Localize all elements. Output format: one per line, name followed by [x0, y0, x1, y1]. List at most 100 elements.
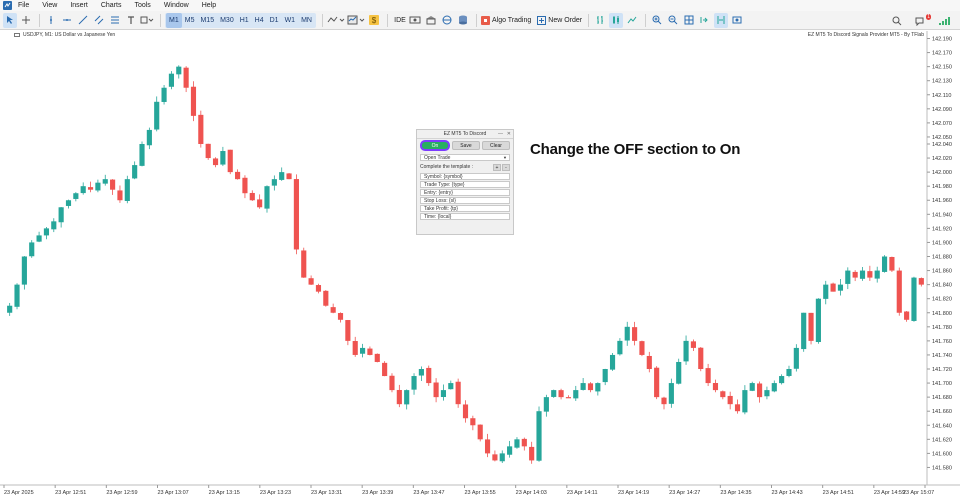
clear-button[interactable]: Clear	[482, 141, 510, 150]
notification-badge: 1	[926, 14, 931, 20]
ide-button[interactable]: IDE	[392, 13, 406, 28]
timeframe-w1[interactable]: W1	[282, 13, 299, 28]
y-axis-label: 142.000	[932, 170, 952, 176]
cursor-tool-icon[interactable]	[3, 12, 17, 28]
shapes-icon[interactable]	[140, 13, 154, 28]
menu-tools[interactable]: Tools	[134, 0, 150, 11]
line-chart-icon[interactable]	[625, 13, 639, 28]
candle-body	[220, 151, 226, 165]
channel-icon[interactable]	[92, 13, 106, 28]
timeframe-mn[interactable]: MN	[298, 13, 315, 28]
candle-body	[896, 270, 902, 313]
algo-trading-button[interactable]: Algo Trading	[480, 13, 531, 28]
vps-icon[interactable]	[440, 13, 454, 28]
menu-insert[interactable]: Insert	[70, 0, 88, 11]
mode-dropdown[interactable]: Open Trade ▼	[420, 154, 510, 161]
menu-file[interactable]: File	[18, 0, 29, 11]
menu-charts[interactable]: Charts	[101, 0, 122, 11]
candle-body	[918, 278, 924, 285]
auto-scroll-icon[interactable]	[698, 13, 712, 28]
vertical-line-icon[interactable]	[44, 13, 58, 28]
horizontal-line-icon[interactable]	[60, 13, 74, 28]
bar-chart-icon[interactable]	[593, 13, 607, 28]
timeframe-m1[interactable]: M1	[166, 12, 182, 28]
candle	[602, 368, 608, 386]
crosshair-icon[interactable]	[19, 13, 33, 28]
panel-minimize-icon[interactable]: —	[498, 130, 503, 139]
notifications-icon[interactable]: 1	[914, 13, 931, 28]
candle-body	[389, 375, 395, 391]
y-axis-label: 142.020	[932, 156, 952, 162]
candle	[249, 190, 255, 201]
dollar-icon[interactable]: $	[367, 13, 381, 28]
candle	[374, 353, 380, 363]
zoom-in-icon[interactable]	[650, 13, 664, 28]
candle	[632, 321, 638, 346]
price-chart[interactable]: 142.190 142.170 142.150 142.130 142.110 142.0…	[0, 31, 960, 498]
timeframe-m30[interactable]: M30	[217, 13, 237, 28]
panel-header[interactable]: EZ MT5 To Discord — ✕	[417, 130, 513, 139]
candle	[323, 290, 329, 307]
template-field-type[interactable]: Trade Type: {type}	[420, 181, 510, 188]
candle-body	[374, 353, 380, 362]
templates-icon[interactable]	[347, 13, 365, 28]
timeframe-m5[interactable]: M5	[182, 13, 198, 28]
candle	[484, 433, 491, 458]
fibonacci-icon[interactable]	[108, 13, 122, 28]
candle-body	[911, 277, 917, 321]
screenshot-icon[interactable]	[730, 13, 744, 28]
timeframe-m15[interactable]: M15	[197, 13, 217, 28]
candle	[837, 279, 844, 296]
grid-icon[interactable]	[682, 13, 696, 28]
candle-body	[308, 278, 314, 285]
on-toggle-button[interactable]: On	[420, 140, 450, 151]
panel-buttons: On Save Clear	[417, 139, 513, 153]
template-field-take-profit[interactable]: Take Profit: {tp}	[420, 205, 510, 212]
text-tool-icon[interactable]	[124, 13, 138, 28]
x-axis-label: 23 Apr 14:51	[823, 490, 854, 496]
template-field-stop-loss[interactable]: Stop Loss: {sl}	[420, 197, 510, 204]
candle	[462, 400, 469, 423]
candle	[411, 373, 417, 395]
market-icon[interactable]	[424, 13, 438, 28]
candle-body	[29, 242, 35, 257]
panel-close-icon[interactable]: ✕	[507, 130, 511, 139]
y-axis-label: 141.840	[932, 283, 952, 289]
candle-body	[845, 270, 851, 284]
add-field-button[interactable]: +	[493, 163, 501, 171]
candle-body	[690, 341, 696, 348]
candlestick-icon[interactable]	[609, 12, 624, 28]
candle	[529, 441, 535, 464]
indicators-icon[interactable]	[327, 13, 345, 28]
signals-icon[interactable]	[408, 13, 422, 28]
menu-view[interactable]: View	[42, 0, 57, 11]
new-order-button[interactable]: New Order	[537, 13, 582, 28]
remove-field-button[interactable]: -	[502, 163, 510, 171]
timeframe-h4[interactable]: H4	[252, 13, 267, 28]
menu-help[interactable]: Help	[202, 0, 216, 11]
template-field-entry[interactable]: Entry: {entry}	[420, 189, 510, 196]
template-field-time[interactable]: Time: {local}	[420, 213, 510, 220]
candle-body	[904, 311, 910, 320]
zoom-out-icon[interactable]	[666, 13, 680, 28]
x-axis-label: 23 Apr 14:11	[567, 490, 598, 496]
candle	[279, 167, 285, 181]
candle-body	[286, 173, 292, 180]
candle-body	[58, 207, 64, 223]
search-icon[interactable]	[890, 13, 904, 28]
chart-menu-icon[interactable]	[14, 32, 20, 37]
candle-body	[742, 390, 748, 413]
timeframe-d1[interactable]: D1	[267, 13, 282, 28]
chart-shift-icon[interactable]	[714, 12, 729, 28]
candle-body	[235, 171, 241, 180]
save-button[interactable]: Save	[452, 141, 480, 150]
database-icon[interactable]	[456, 13, 470, 28]
candle	[492, 450, 498, 462]
chart-area[interactable]: 142.190 142.170 142.150 142.130 142.110 142.0…	[0, 31, 960, 498]
timeframe-h1[interactable]: H1	[237, 13, 252, 28]
template-field-symbol[interactable]: Symbol: {symbol}	[420, 173, 510, 180]
x-axis-label: 23 Apr 12:51	[55, 490, 86, 496]
menu-window[interactable]: Window	[164, 0, 189, 11]
candle	[830, 282, 836, 292]
trendline-icon[interactable]	[76, 13, 90, 28]
